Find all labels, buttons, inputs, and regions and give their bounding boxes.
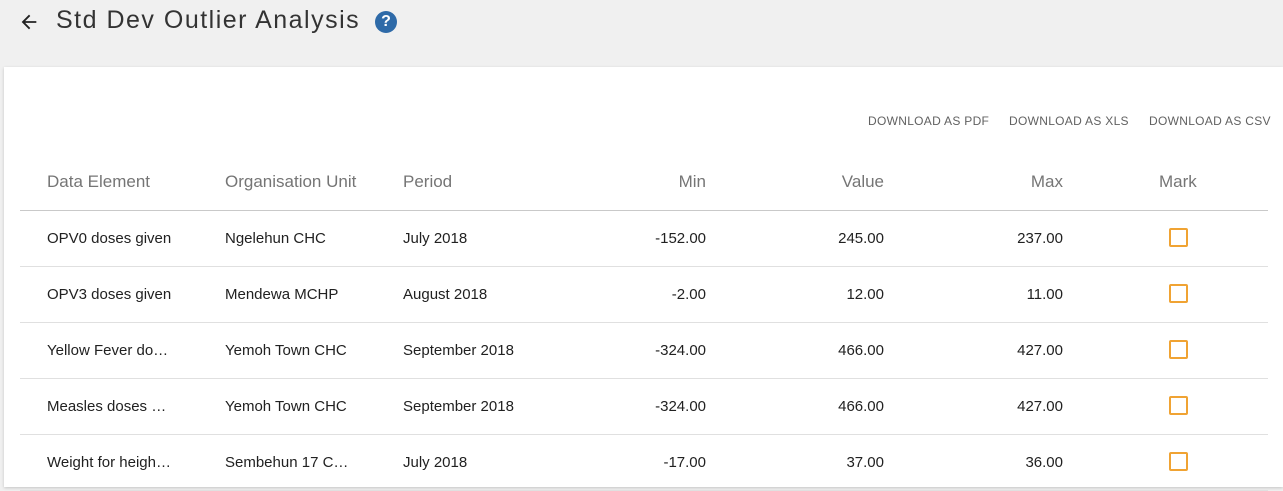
cell-value: 37.00 <box>846 454 884 471</box>
column-header-period[interactable]: Period <box>403 172 452 192</box>
cell-organisation-unit: Sembehun 17 C… <box>225 454 349 471</box>
cell-max: 36.00 <box>1025 454 1063 471</box>
cell-period: July 2018 <box>403 230 468 247</box>
mark-checkbox[interactable] <box>1169 452 1188 471</box>
cell-data-element: Measles doses … <box>47 398 167 415</box>
cell-organisation-unit: Yemoh Town CHC <box>225 342 347 359</box>
column-header-organisation-unit[interactable]: Organisation Unit <box>225 172 356 192</box>
cell-value: 12.00 <box>846 286 884 303</box>
cell-data-element: OPV3 doses given <box>47 286 172 303</box>
table-row: OPV3 doses given Mendewa MCHP August 201… <box>20 267 1268 323</box>
cell-data-element: OPV0 doses given <box>47 230 172 247</box>
page-header: Std Dev Outlier Analysis ? <box>0 0 1283 66</box>
column-header-data-element[interactable]: Data Element <box>47 172 150 192</box>
outlier-table: Data Element Organisation Unit Period Mi… <box>20 155 1268 491</box>
cell-period: August 2018 <box>403 286 488 303</box>
cell-organisation-unit: Yemoh Town CHC <box>225 398 347 415</box>
column-header-min[interactable]: Min <box>679 172 706 192</box>
cell-max: 427.00 <box>1017 398 1063 415</box>
cell-value: 466.00 <box>838 398 884 415</box>
arrow-left-icon[interactable] <box>18 11 40 33</box>
table-header: Data Element Organisation Unit Period Mi… <box>20 155 1268 211</box>
table-row: OPV0 doses given Ngelehun CHC July 2018 … <box>20 211 1268 267</box>
cell-value: 466.00 <box>838 342 884 359</box>
mark-checkbox[interactable] <box>1169 228 1188 247</box>
cell-period: September 2018 <box>403 398 514 415</box>
results-card: DOWNLOAD AS PDF DOWNLOAD AS XLS DOWNLOAD… <box>4 67 1283 491</box>
cell-max: 427.00 <box>1017 342 1063 359</box>
mark-checkbox[interactable] <box>1169 340 1188 359</box>
cell-min: -324.00 <box>655 398 706 415</box>
mark-checkbox[interactable] <box>1169 396 1188 415</box>
cell-organisation-unit: Ngelehun CHC <box>225 230 326 247</box>
cell-min: -2.00 <box>671 286 706 303</box>
cell-period: July 2018 <box>403 454 468 471</box>
table-row: Weight for heigh… Sembehun 17 C… July 20… <box>20 435 1268 491</box>
page-title: Std Dev Outlier Analysis <box>56 6 361 34</box>
table-row: Measles doses … Yemoh Town CHC September… <box>20 379 1268 435</box>
column-header-max[interactable]: Max <box>1031 172 1063 192</box>
column-header-value[interactable]: Value <box>842 172 884 192</box>
help-circle-icon[interactable]: ? <box>375 11 397 33</box>
mark-checkbox[interactable] <box>1169 284 1188 303</box>
cell-min: -17.00 <box>663 454 706 471</box>
cell-max: 237.00 <box>1017 230 1063 247</box>
cell-value: 245.00 <box>838 230 884 247</box>
cell-period: September 2018 <box>403 342 514 359</box>
cell-data-element: Yellow Fever do… <box>47 342 169 359</box>
cell-data-element: Weight for heigh… <box>47 454 171 471</box>
cell-min: -324.00 <box>655 342 706 359</box>
column-header-mark: Mark <box>1159 172 1197 191</box>
download-xls-button[interactable]: DOWNLOAD AS XLS <box>1009 114 1129 128</box>
download-pdf-button[interactable]: DOWNLOAD AS PDF <box>868 114 989 128</box>
table-row: Yellow Fever do… Yemoh Town CHC Septembe… <box>20 323 1268 379</box>
download-csv-button[interactable]: DOWNLOAD AS CSV <box>1149 114 1271 128</box>
cell-max: 11.00 <box>1026 286 1063 303</box>
cell-organisation-unit: Mendewa MCHP <box>225 286 339 303</box>
cell-min: -152.00 <box>655 230 706 247</box>
